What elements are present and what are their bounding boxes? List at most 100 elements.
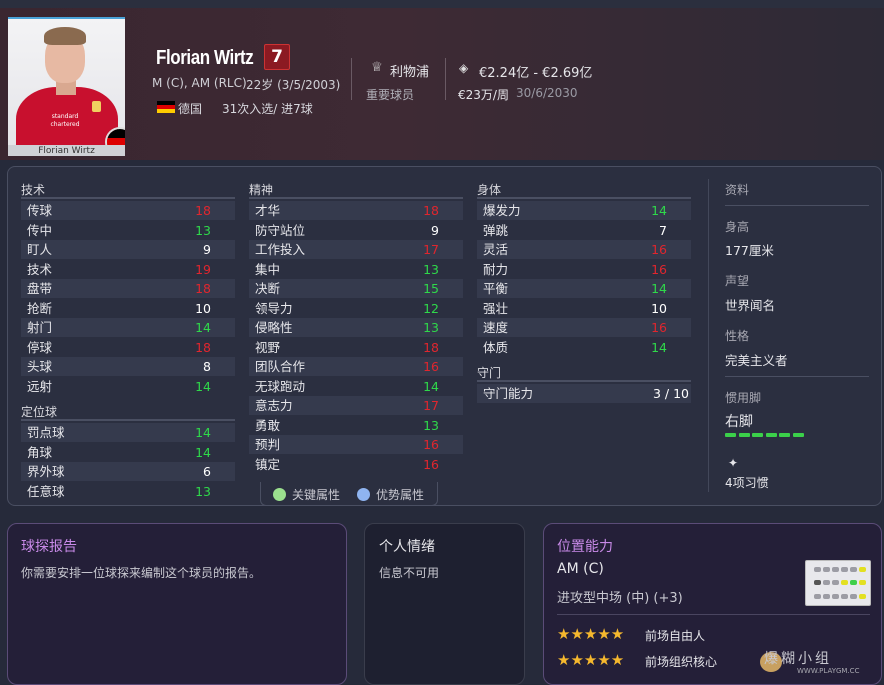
sparkle-icon: ✦ <box>728 456 739 470</box>
attribute-row[interactable]: 耐力 16 <box>477 260 691 279</box>
section-divider <box>249 197 463 199</box>
attribute-row[interactable]: 视野 18 <box>249 338 463 357</box>
attribute-name: 抢断 <box>27 300 53 316</box>
club-crest-icon <box>92 101 101 112</box>
section-title: 定位球 <box>21 405 58 419</box>
attribute-row[interactable]: 射门 14 <box>21 318 235 337</box>
attribute-row[interactable]: 团队合作 16 <box>249 357 463 376</box>
attribute-value: 14 <box>195 378 211 394</box>
strong-attribute-label[interactable]: 优势属性 <box>376 486 424 503</box>
attribute-name: 爆发力 <box>483 203 521 218</box>
attribute-row[interactable]: 罚点球 14 <box>21 423 235 442</box>
scout-report-panel[interactable]: 球探报告 你需要安排一位球探来编制这个球员的报告。 <box>7 523 347 685</box>
attribute-value: 18 <box>195 281 211 296</box>
attribute-row[interactable]: 集中 13 <box>249 260 463 279</box>
attribute-row[interactable]: 技术 19 <box>21 260 235 279</box>
height-value: 177厘米 <box>725 243 774 258</box>
attribute-value: 18 <box>195 339 211 355</box>
attribute-row[interactable]: 领导力 12 <box>249 299 463 318</box>
attribute-row[interactable]: 才华 18 <box>249 201 463 220</box>
reputation-label: 声望 <box>725 274 750 288</box>
section-divider <box>21 419 235 421</box>
attribute-row[interactable]: 侵略性 13 <box>249 318 463 337</box>
squad-role: 重要球员 <box>366 88 415 102</box>
attribute-name: 领导力 <box>255 300 293 316</box>
personality-value[interactable]: 完美主义者 <box>725 350 788 369</box>
habits-link[interactable]: 4项习惯 <box>725 474 769 491</box>
attribute-row[interactable]: 强壮 10 <box>477 299 691 318</box>
foot-label: 惯用脚 <box>725 391 762 405</box>
foot-dash <box>725 433 736 437</box>
player-name[interactable]: Florian Wirtz <box>156 47 254 70</box>
price-tag-icon: ◈ <box>459 61 469 75</box>
attribute-name: 传球 <box>27 203 53 218</box>
info-title: 资料 <box>725 183 750 197</box>
scout-report-title[interactable]: 球探报告 <box>21 536 77 556</box>
strong-attribute-dot <box>357 488 370 501</box>
attribute-row[interactable]: 任意球 13 <box>21 482 235 501</box>
attribute-value: 6 <box>203 464 211 479</box>
attribute-row[interactable]: 爆发力 14 <box>477 201 691 220</box>
pitch-position-dot <box>823 580 830 585</box>
attribute-row[interactable]: 盯人 9 <box>21 240 235 259</box>
attribute-name: 弹跳 <box>483 222 509 238</box>
attribute-row[interactable]: 勇敢 13 <box>249 416 463 435</box>
attribute-row[interactable]: 意志力 17 <box>249 396 463 415</box>
attribute-row[interactable]: 预判 16 <box>249 435 463 454</box>
attribute-name: 团队合作 <box>255 359 306 374</box>
attribute-name: 传中 <box>27 222 53 238</box>
attribute-value: 14 <box>195 320 211 335</box>
attribute-row[interactable]: 界外球 6 <box>21 462 235 481</box>
attribute-name: 耐力 <box>483 261 509 277</box>
key-attribute-label[interactable]: 关键属性 <box>292 486 340 503</box>
attribute-value: 14 <box>195 444 211 460</box>
attribute-row[interactable]: 体质 14 <box>477 338 691 357</box>
attribute-name: 速度 <box>483 320 509 335</box>
attribute-value: 9 <box>203 242 211 257</box>
attribute-row[interactable]: 弹跳 7 <box>477 221 691 240</box>
foot-dash <box>738 433 750 437</box>
attribute-row[interactable]: 头球 8 <box>21 357 235 376</box>
attribute-value: 3 / 10 <box>652 386 689 401</box>
mood-text: 信息不可用 <box>379 566 440 580</box>
attribute-row[interactable]: 传球 18 <box>21 201 235 220</box>
attribute-row[interactable]: 盘带 18 <box>21 279 235 298</box>
attribute-name: 视野 <box>255 339 281 355</box>
club-name[interactable]: 利物浦 <box>390 61 429 80</box>
attribute-row[interactable]: 角球 14 <box>21 443 235 462</box>
attribute-name: 决断 <box>255 281 281 296</box>
best-position: AM (C) <box>557 561 604 577</box>
player-nation[interactable]: 德国 <box>178 100 202 117</box>
attribute-name: 远射 <box>27 378 53 394</box>
attribute-row[interactable]: 速度 16 <box>477 318 691 337</box>
pitch-position-dot <box>823 567 830 572</box>
attribute-row[interactable]: 无球跑动 14 <box>249 377 463 396</box>
attribute-row[interactable]: 防守站位 9 <box>249 221 463 240</box>
attribute-row[interactable]: 停球 18 <box>21 338 235 357</box>
pitch-position-dot <box>850 594 857 599</box>
attribute-row[interactable]: 平衡 14 <box>477 279 691 298</box>
section-title: 技术 <box>21 183 46 197</box>
attribute-row[interactable]: 工作投入 17 <box>249 240 463 259</box>
attribute-row[interactable]: 传中 13 <box>21 221 235 240</box>
pitch-position-dot <box>841 594 848 599</box>
reputation-value: 世界闻名 <box>725 298 776 313</box>
attribute-name: 无球跑动 <box>255 378 306 394</box>
attribute-row[interactable]: 远射 14 <box>21 377 235 396</box>
attribute-row[interactable]: 灵活 16 <box>477 240 691 259</box>
pitch-position-dot <box>859 594 866 599</box>
mood-panel: 个人情绪 信息不可用 <box>364 523 525 685</box>
attribute-row[interactable]: 镇定 16 <box>249 455 463 474</box>
photo-caption: Florian Wirtz <box>8 145 125 156</box>
attribute-row[interactable]: 抢断 10 <box>21 299 235 318</box>
pitch-position-dot <box>841 580 848 585</box>
attribute-value: 15 <box>423 281 439 296</box>
foot-dash <box>779 433 790 437</box>
attribute-name: 才华 <box>255 203 281 218</box>
attribute-row[interactable]: 决断 15 <box>249 279 463 298</box>
pitch-position-dot <box>832 567 839 572</box>
position-ability-title[interactable]: 位置能力 <box>557 536 613 556</box>
attribute-value: 18 <box>423 203 439 218</box>
position-pitch-diagram[interactable] <box>805 560 871 606</box>
attribute-row[interactable]: 守门能力 3 / 10 <box>477 384 691 403</box>
